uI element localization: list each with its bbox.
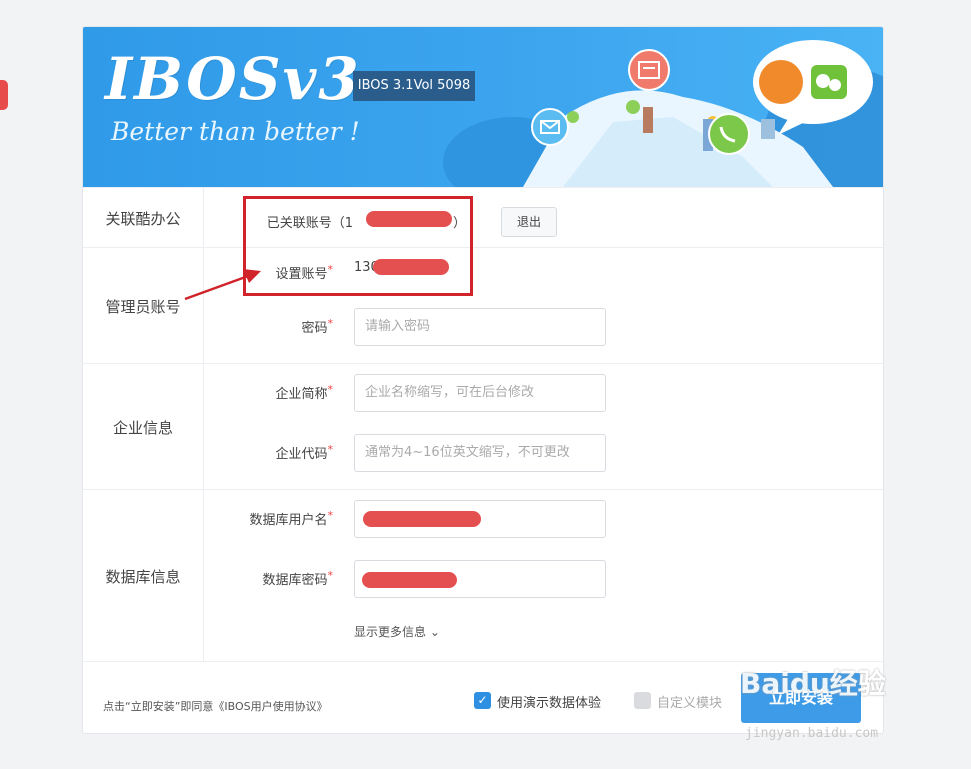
news-icon [628, 49, 670, 91]
password-input[interactable]: 请输入密码 [354, 308, 606, 346]
company-code-input[interactable]: 通常为4~16位英文缩写，不可更改 [354, 434, 606, 472]
password-label: 密码* [301, 317, 333, 336]
linked-section-label: 关联酷办公 [83, 188, 204, 248]
show-more-link[interactable]: 显示更多信息 ⌄ [354, 623, 440, 640]
tagline: Better than better ! [111, 117, 360, 146]
highlight-box [243, 196, 473, 296]
install-panel: IBOSv3 Better than better ! IBOS 3.1Vol … [82, 26, 884, 734]
demo-data-checkbox[interactable]: ✓ [474, 692, 491, 709]
chevron-down-icon: ⌄ [429, 625, 440, 639]
watermark-url: jingyan.baidu.com [745, 726, 879, 741]
banner: IBOSv3 Better than better ! IBOS 3.1Vol … [83, 27, 883, 187]
logo: IBOSv3 Better than better ! [105, 49, 361, 146]
side-tab[interactable] [0, 80, 8, 110]
demo-data-label[interactable]: 使用演示数据体验 [497, 692, 601, 711]
custom-module-checkbox[interactable] [634, 692, 651, 709]
custom-module-label[interactable]: 自定义模块 [657, 692, 722, 711]
linked-section: 关联酷办公 [83, 187, 883, 248]
database-section-label: 数据库信息 [83, 490, 204, 662]
short-name-input[interactable]: 企业名称缩写，可在后台修改 [354, 374, 606, 412]
short-name-label: 企业简称* [275, 383, 333, 402]
phone-icon [708, 113, 750, 155]
baidu-watermark: Baidu经验 [740, 667, 886, 700]
redacted-db-user [363, 511, 481, 527]
banner-illustration [443, 40, 883, 187]
company-section-label: 企业信息 [83, 364, 204, 490]
redacted-db-password [362, 572, 457, 588]
db-password-label: 数据库密码* [262, 569, 333, 588]
mail-icon [531, 108, 569, 146]
agreement-text[interactable]: 点击“立即安装”即同意《IBOS用户使用协议》 [103, 698, 328, 714]
logo-text: IBOSv3 [105, 45, 361, 113]
arrow-annotation [184, 269, 261, 301]
company-code-label: 企业代码* [275, 443, 333, 462]
db-user-label: 数据库用户名* [249, 509, 333, 528]
logout-button[interactable]: 退出 [501, 207, 557, 237]
